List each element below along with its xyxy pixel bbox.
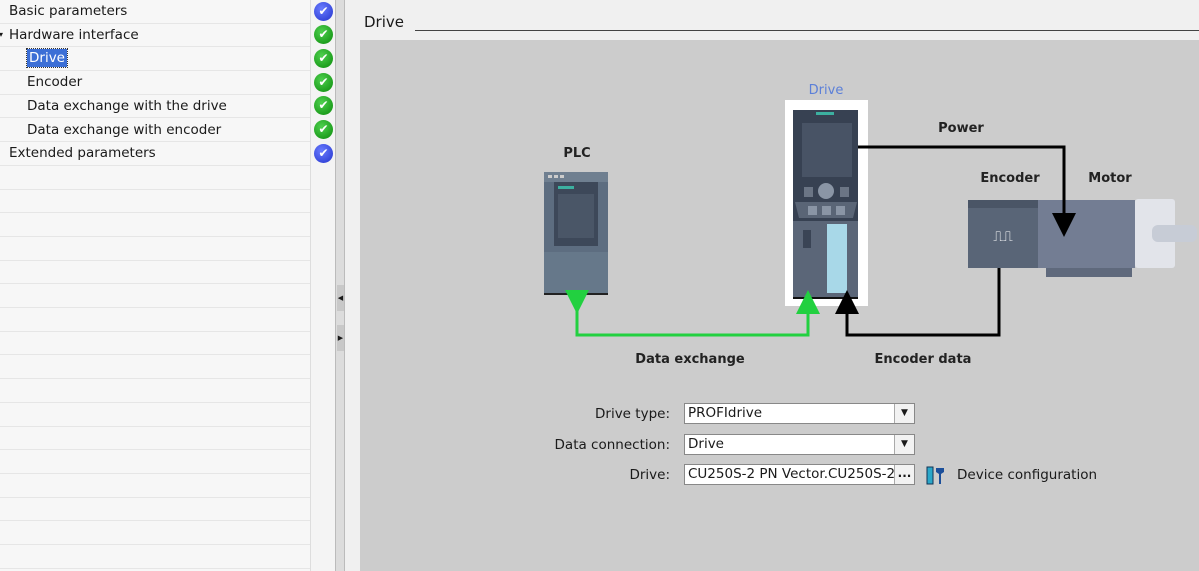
motor-label: Motor <box>1088 171 1132 186</box>
drive-device[interactable] <box>785 100 868 306</box>
drive-field[interactable]: CU250S-2 PN Vector.CU250S-2... <box>684 464 915 485</box>
check-status-icon: ✔ <box>314 120 333 139</box>
svg-text:⎍⎍: ⎍⎍ <box>993 229 1013 245</box>
plc-label: PLC <box>563 146 591 161</box>
tree-empty-row <box>0 213 310 237</box>
section-title: Drive <box>364 13 404 31</box>
motor-device[interactable] <box>1038 199 1197 277</box>
tree-empty-row <box>0 427 310 451</box>
device-configuration-icon[interactable] <box>926 466 946 485</box>
tree-empty-row <box>0 450 310 474</box>
tree-empty-row <box>0 356 310 380</box>
data-exchange-label: Data exchange <box>635 352 745 367</box>
tree-item-label: Extended parameters <box>9 145 156 162</box>
tree-item-label: Data exchange with encoder <box>27 121 222 138</box>
data-connection-label: Data connection: <box>554 437 670 453</box>
tree-item[interactable]: Data exchange with encoder <box>0 119 310 143</box>
tree-empty-row <box>0 166 310 190</box>
data-connection-value: Drive <box>688 436 724 452</box>
tree-empty-row <box>0 545 310 569</box>
drive-field-label: Drive: <box>629 467 670 483</box>
tree-empty-row <box>0 308 310 332</box>
tree-empty-row <box>0 261 310 285</box>
encoder-data-label: Encoder data <box>874 352 972 367</box>
tree-item-label: Basic parameters <box>9 3 128 19</box>
tree-item[interactable]: Extended parameters <box>0 142 310 166</box>
check-status-icon: ✔ <box>314 143 333 163</box>
tree-item[interactable]: Drive <box>0 47 310 72</box>
tree-item-label: Drive <box>26 48 68 69</box>
check-status-icon: ✔ <box>314 1 333 21</box>
tree-item-label: Encoder <box>27 74 83 91</box>
hardware-diagram: ⎍⎍ <box>544 100 1197 337</box>
tree-empty-row <box>0 379 310 403</box>
tree-empty-row <box>0 521 310 546</box>
tree-empty-row <box>0 498 310 522</box>
encoder-device[interactable]: ⎍⎍ <box>968 200 1038 268</box>
splitter[interactable]: ◀ ▶ <box>335 0 345 571</box>
tree-empty-row <box>0 190 310 214</box>
chevron-down-icon[interactable]: ▼ <box>894 435 914 454</box>
check-status-icon: ✔ <box>314 25 333 45</box>
tree-item[interactable]: ▾ Hardware interface <box>0 24 310 48</box>
drive-value: CU250S-2 PN Vector.CU250S-2 <box>688 466 896 482</box>
check-status-icon: ✔ <box>314 48 333 68</box>
tree-empty-row <box>0 403 310 427</box>
diagram-canvas: ⎍⎍ PLC Drive Power Encoder Motor Data ex… <box>360 40 1199 571</box>
tree-empty-row <box>0 284 310 309</box>
check-status-icon: ✔ <box>314 72 333 92</box>
expand-arrow-icon[interactable]: ▾ <box>0 24 3 46</box>
data-exchange-line <box>565 290 820 337</box>
encoder-data-line <box>835 268 1001 337</box>
data-connection-dropdown[interactable]: Drive ▼ <box>684 434 915 455</box>
power-label: Power <box>938 121 984 136</box>
tree-item[interactable]: Encoder <box>0 71 310 95</box>
drive-type-value: PROFIdrive <box>688 405 763 421</box>
status-column: ✔ ✔ ✔ ✔ ✔ ✔ ✔ <box>310 0 335 571</box>
device-configuration-link[interactable]: Device configuration <box>957 467 1097 483</box>
expand-right-button[interactable]: ▶ <box>337 325 344 351</box>
tree-empty-row <box>0 474 310 498</box>
tree-item[interactable]: Data exchange with the drive <box>0 95 310 119</box>
check-status-icon: ✔ <box>314 96 333 116</box>
tree-item-label: Data exchange with the drive <box>27 97 227 114</box>
encoder-label: Encoder <box>980 171 1040 186</box>
section-divider <box>415 30 1199 31</box>
browse-button[interactable]: ... <box>894 465 914 484</box>
parameter-tree: Basic parameters ▾ Hardware interface Drive… <box>0 0 335 571</box>
tree-item-label: Hardware interface <box>9 26 139 43</box>
drive-type-dropdown[interactable]: PROFIdrive ▼ <box>684 403 915 424</box>
plc-device[interactable] <box>544 172 608 295</box>
drive-label: Drive <box>808 83 844 98</box>
tree-empty-row <box>0 237 310 261</box>
tree-empty-row <box>0 332 310 356</box>
chevron-down-icon[interactable]: ▼ <box>894 404 914 423</box>
tree-item[interactable]: Basic parameters <box>0 0 310 24</box>
drive-type-label: Drive type: <box>595 406 670 422</box>
collapse-left-button[interactable]: ◀ <box>337 285 344 311</box>
